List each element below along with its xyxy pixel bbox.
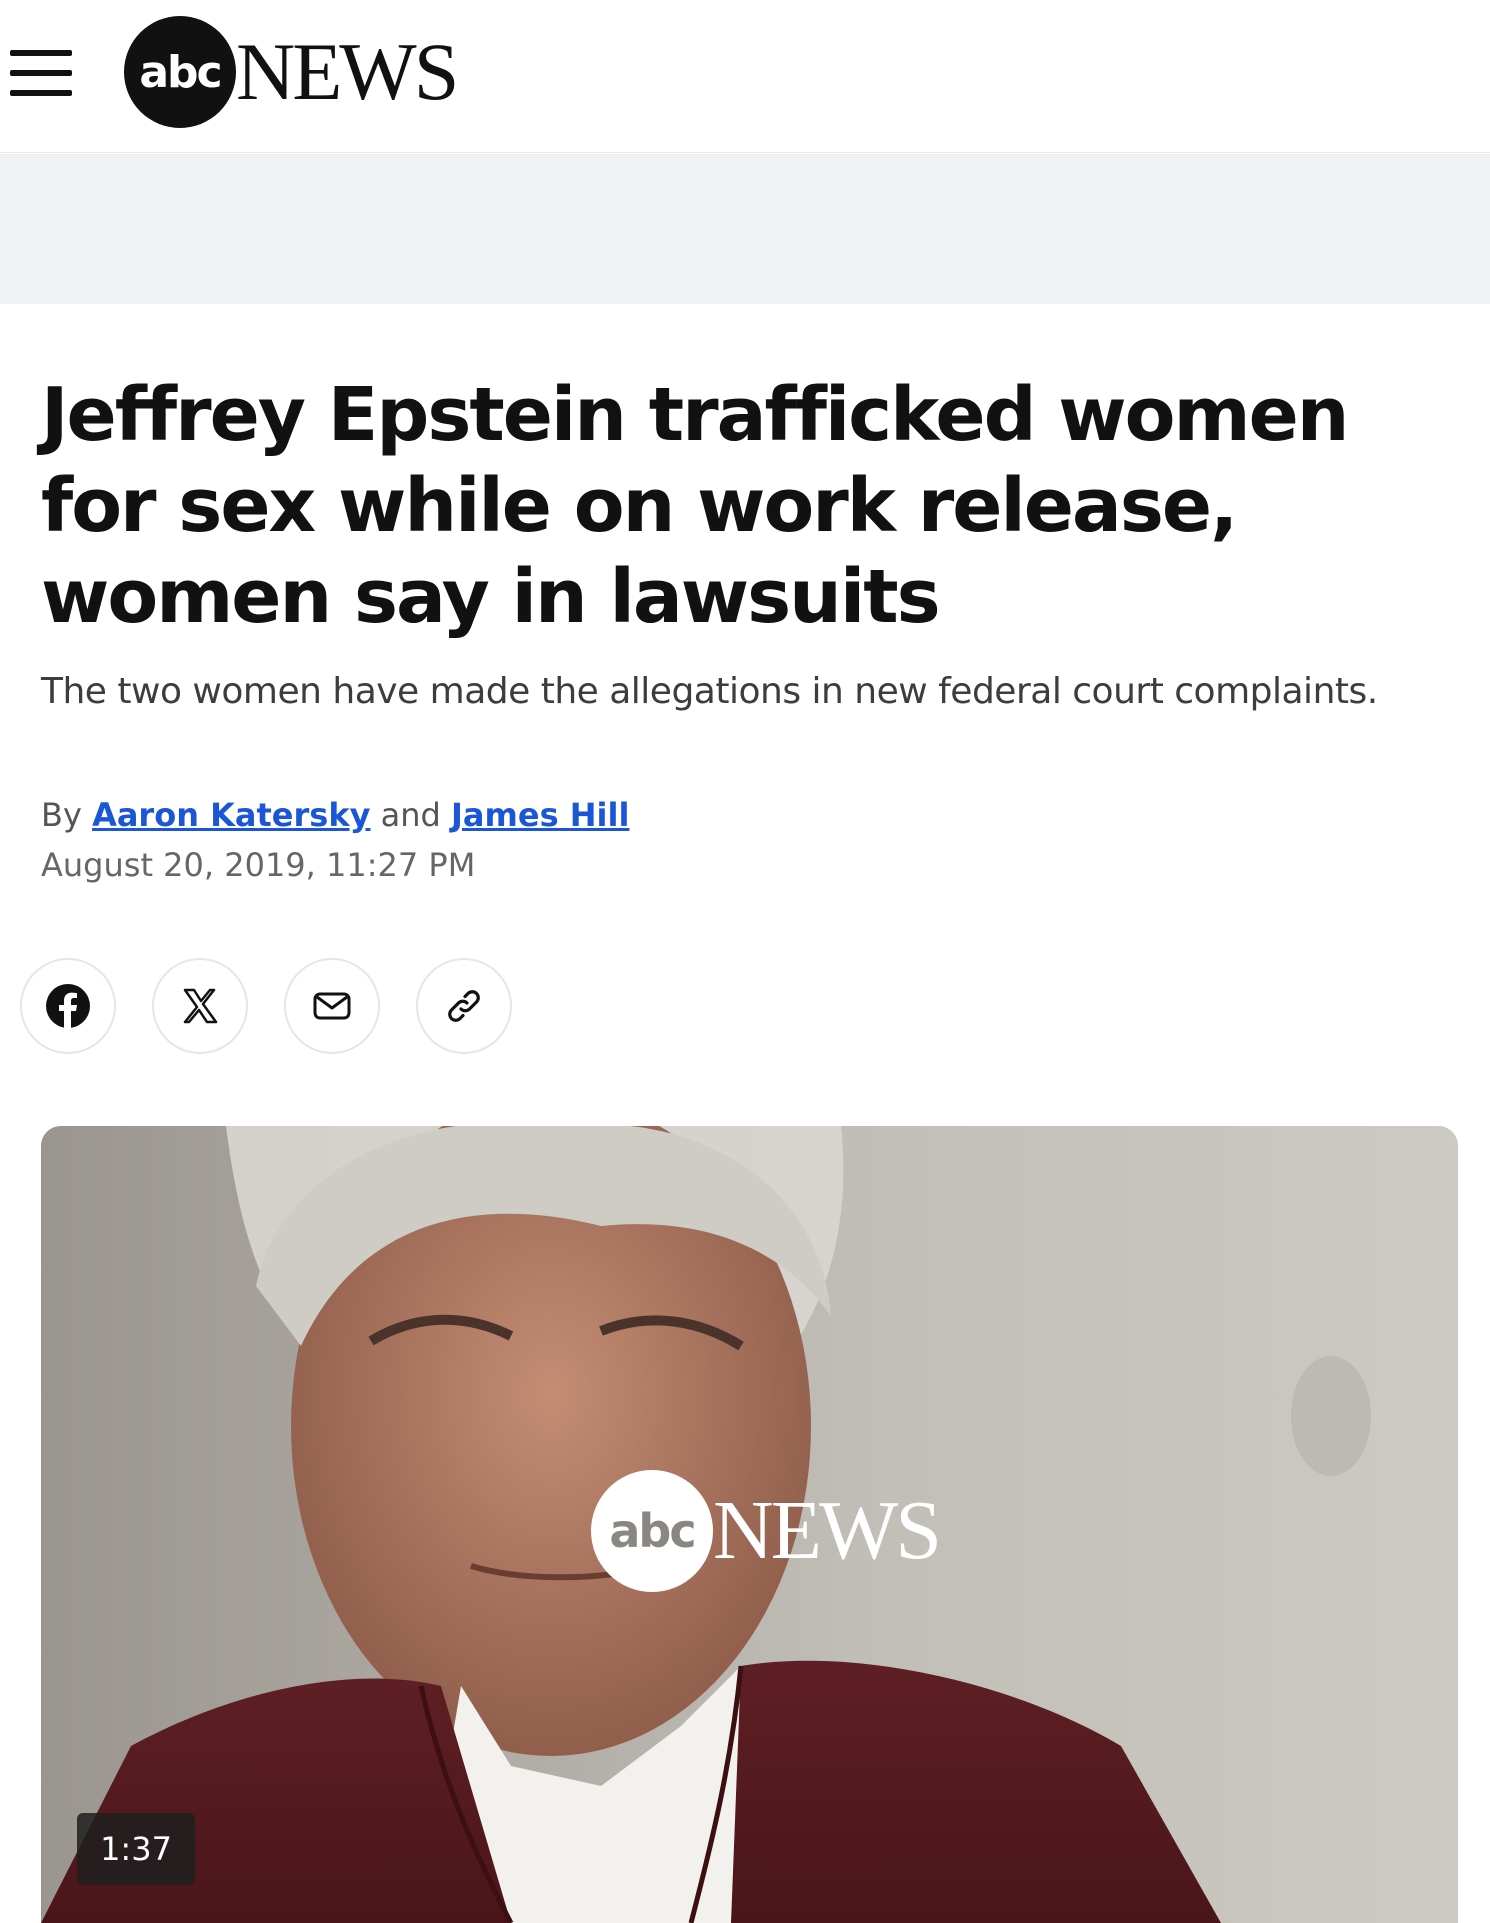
facebook-icon [46,984,90,1028]
author-link-aaron-katersky[interactable]: Aaron Katersky [92,796,370,834]
video-watermark-logo: abc NEWS [591,1470,942,1592]
mail-icon [313,992,351,1020]
share-copy-link-button[interactable] [416,958,512,1054]
video-player[interactable]: abc NEWS 1:37 [41,1126,1458,1923]
top-navigation-bar: abc NEWS [0,0,1490,153]
watermark-abc-disc: abc [591,1470,713,1592]
article-subheadline: The two women have made the allegations … [41,671,1378,712]
share-facebook-button[interactable] [20,958,116,1054]
video-duration-badge: 1:37 [77,1813,195,1885]
menu-icon[interactable] [10,50,72,96]
link-icon [448,990,480,1022]
byline-joiner: and [380,796,441,834]
watermark-news-word: NEWS [713,1484,942,1577]
abc-news-logo[interactable]: abc NEWS [124,16,459,128]
publish-date: August 20, 2019, 11:27 PM [41,846,476,884]
x-icon [183,988,218,1024]
byline: By Aaron Katersky and James Hill [41,795,629,835]
share-x-button[interactable] [152,958,248,1054]
byline-prefix: By [41,796,82,834]
abc-logo-disc: abc [124,16,236,128]
ad-placeholder [0,154,1490,304]
share-email-button[interactable] [284,958,380,1054]
news-logo-word: NEWS [236,26,459,117]
article-header: Jeffrey Epstein trafficked women for sex… [41,370,1451,715]
article-headline: Jeffrey Epstein trafficked women for sex… [41,372,1349,640]
author-link-james-hill[interactable]: James Hill [451,796,629,834]
